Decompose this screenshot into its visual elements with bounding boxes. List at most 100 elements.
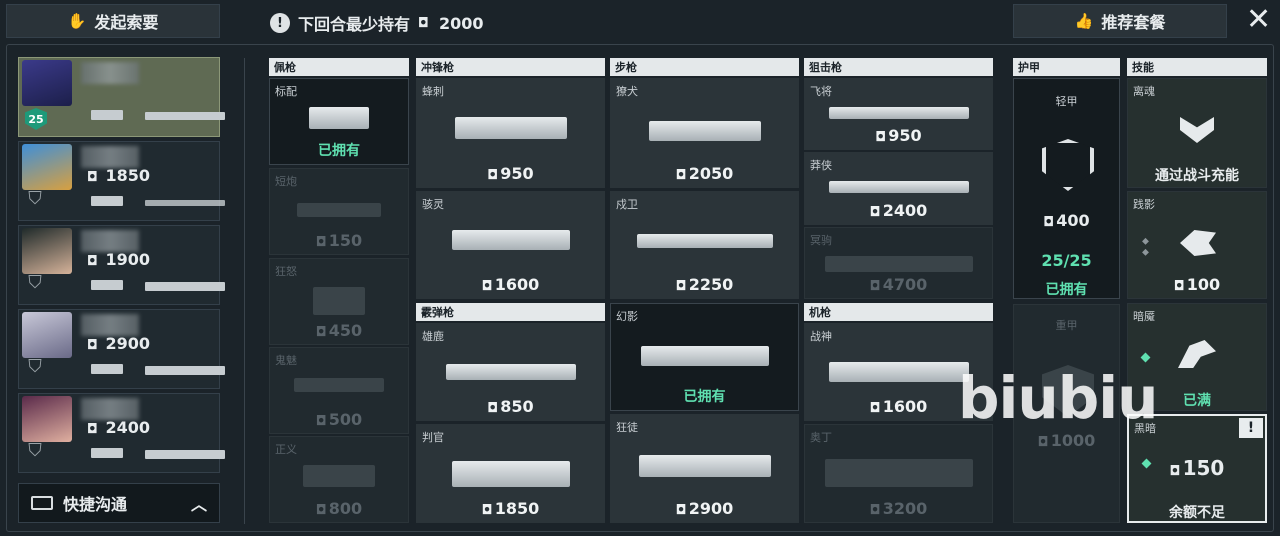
credit-icon: ◘	[487, 168, 499, 183]
weapon-card[interactable]: 奥丁 ◘ 3200	[804, 424, 993, 523]
credit-icon: ◘	[869, 401, 881, 416]
weapon-card[interactable]: 莽侠 ◘ 2400	[804, 152, 993, 225]
warning-icon: !	[1239, 418, 1263, 438]
team-member[interactable]: ◘ 2900 ⛉	[18, 309, 225, 389]
credit-icon: ◘	[315, 503, 327, 518]
sidearm-icon	[91, 448, 123, 458]
credit-icon: ◘	[315, 414, 327, 429]
skill-card[interactable]: 践影 ⬥ ⬥ ◘ 100	[1127, 191, 1267, 299]
shotgun-icon	[451, 461, 570, 487]
category-rifle: 步枪	[610, 58, 799, 76]
quick-comm-button[interactable]: 快捷沟通 ︿	[18, 483, 220, 523]
credit-icon: ◘	[869, 503, 881, 518]
weapon-card[interactable]: 飞将 ◘ 950	[804, 78, 993, 150]
weapon-card[interactable]: 鬼魅 ◘ 500	[269, 347, 409, 434]
rifle-icon	[640, 346, 769, 366]
player-name	[81, 62, 139, 84]
credit-icon: ◘	[418, 15, 429, 31]
close-icon[interactable]: ✕	[1246, 5, 1271, 35]
rifle-icon	[145, 282, 225, 291]
armor-card-light[interactable]: 轻甲 ◘ 400 25/25 已拥有	[1013, 78, 1120, 299]
credit-icon: ◘	[87, 254, 98, 269]
credit-icon: ◘	[87, 422, 98, 437]
alert-icon: !	[270, 13, 290, 33]
credit-icon: ◘	[675, 168, 687, 183]
credit-icon: ◘	[675, 279, 687, 294]
credit-icon: ◘	[875, 130, 887, 145]
rifle-icon	[648, 121, 761, 141]
sidearm-icon	[91, 110, 123, 120]
smg-icon	[454, 117, 567, 139]
team-member[interactable]: ◘ 1850 ⛉	[18, 141, 225, 221]
skill-card[interactable]: 离魂 通过战斗充能	[1127, 78, 1267, 188]
credit-icon: ◘	[1037, 435, 1049, 450]
credit-icon: ◘	[1043, 215, 1055, 230]
shotgun-icon	[297, 203, 381, 217]
credit-icon: ◘	[87, 338, 98, 353]
request-button[interactable]: ✋ 发起索要	[6, 4, 220, 38]
rifle-icon	[145, 366, 225, 375]
avatar	[22, 228, 72, 274]
shield-icon: ⛉	[28, 188, 42, 209]
credits: ◘ 1900	[87, 250, 151, 269]
player-name	[81, 398, 139, 420]
weapon-card[interactable]: 正义 ◘ 800	[269, 436, 409, 523]
credit-icon: ◘	[1169, 464, 1181, 479]
weapon-card[interactable]: 标配 已拥有	[269, 78, 409, 165]
rifle-icon	[145, 450, 225, 459]
weapon-card[interactable]: 獠犬 ◘ 2050	[610, 78, 799, 188]
pistol-icon	[313, 287, 365, 315]
credit-icon: ◘	[87, 170, 98, 185]
weapon-card[interactable]: 判官 ◘ 1850	[416, 424, 605, 523]
weapon-card[interactable]: 幻影 已拥有	[610, 303, 799, 411]
weapon-card[interactable]: 蜂刺 ◘ 950	[416, 78, 605, 188]
machine-gun-icon	[828, 362, 969, 382]
weapon-card[interactable]: 戍卫 ◘ 2250	[610, 191, 799, 299]
team-member[interactable]: ◘ 2400 ⛉	[18, 393, 225, 473]
watermark: biubiu	[958, 364, 1158, 432]
smg-icon	[451, 230, 570, 250]
sidearm-icon	[91, 196, 123, 206]
charge-dot	[1140, 352, 1151, 363]
credit-icon: ◘	[1173, 279, 1185, 294]
credit-icon: ◘	[487, 401, 499, 416]
weapon-card[interactable]: 狂怒 ◘ 450	[269, 258, 409, 345]
sniper-icon	[828, 181, 969, 193]
player-name	[81, 230, 139, 252]
weapon-card[interactable]: 冥驹 ◘ 4700	[804, 227, 993, 299]
sidearm-icon	[91, 280, 123, 290]
recommend-button[interactable]: 👍 推荐套餐	[1013, 4, 1227, 38]
credits: ◘ 1850	[87, 166, 151, 185]
shield-icon: ⛉	[28, 440, 42, 461]
category-armor: 护甲	[1013, 58, 1120, 76]
divider	[244, 58, 245, 524]
weapon-card[interactable]: 短炮 ◘ 150	[269, 168, 409, 255]
rifle-icon	[638, 455, 771, 477]
category-skills: 技能	[1127, 58, 1267, 76]
charge-dots: ⬥ ⬥	[1142, 236, 1149, 258]
chevron-up-icon: ︿	[190, 495, 207, 514]
team-member[interactable]: ◘ 1900 ⛉	[18, 225, 225, 305]
sidearm-icon	[91, 364, 123, 374]
skill-icon	[1180, 117, 1214, 143]
credit-icon: ◘	[315, 325, 327, 340]
team-member-self[interactable]: 25	[18, 57, 225, 137]
credit-icon: ◘	[481, 279, 493, 294]
category-sidearm: 佩枪	[269, 58, 409, 76]
shield-icon	[1042, 139, 1094, 191]
credits: ◘ 2400	[87, 418, 151, 437]
weapon-card[interactable]: 雄鹿 ◘ 850	[416, 323, 605, 421]
avatar	[22, 396, 72, 442]
keyboard-icon	[31, 496, 53, 510]
level-badge: 25	[25, 108, 47, 130]
sniper-icon	[145, 200, 225, 206]
skill-icon	[1180, 230, 1216, 256]
min-hold-notice: ! 下回合最少持有 ◘ 2000	[270, 11, 483, 35]
category-shotgun: 霰弹枪	[416, 303, 605, 321]
sniper-icon	[824, 256, 973, 272]
credit-icon: ◘	[675, 503, 687, 518]
weapon-card[interactable]: 骇灵 ◘ 1600	[416, 191, 605, 299]
revolver-icon	[303, 465, 375, 487]
weapon-card[interactable]: 狂徒 ◘ 2900	[610, 414, 799, 523]
rifle-icon	[145, 112, 225, 120]
